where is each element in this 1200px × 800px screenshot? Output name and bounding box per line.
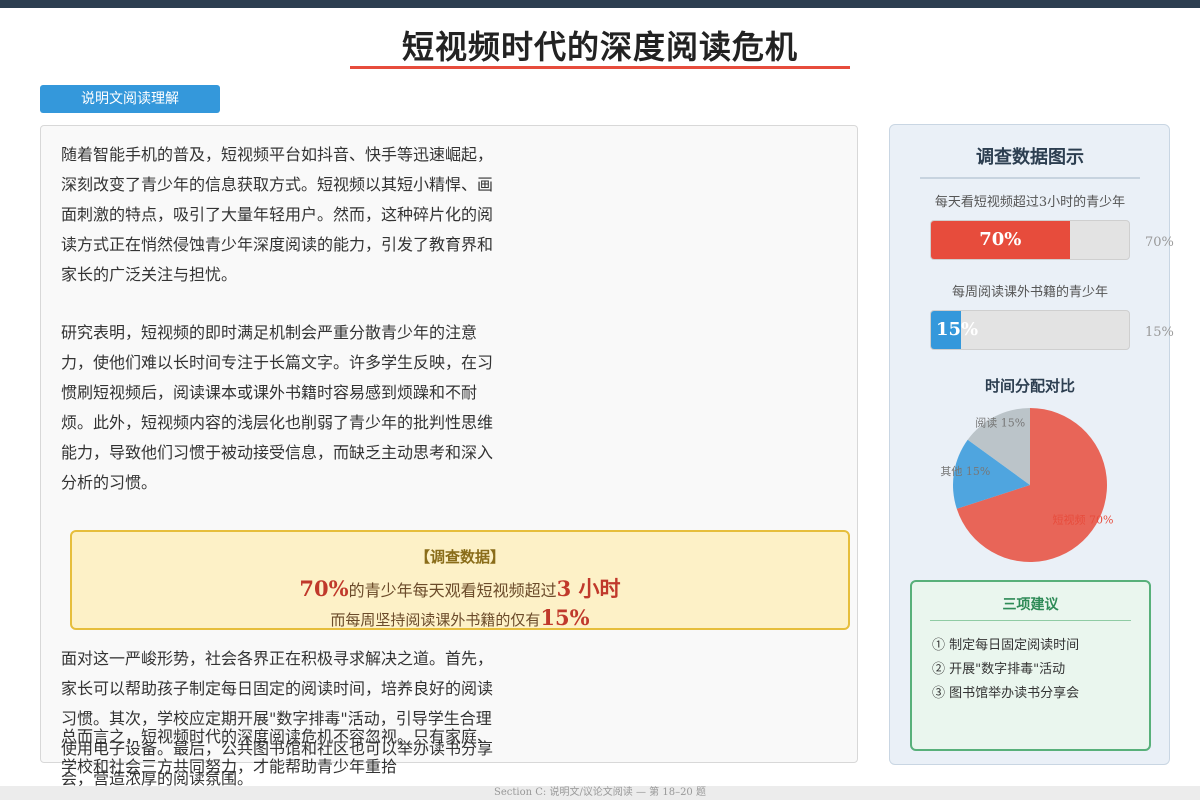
title-underline bbox=[350, 66, 850, 69]
article-paragraph-4: 总而言之，短视频时代的深度阅读危机不容忽视。只有家庭、学校和社会三方共同努力，才… bbox=[61, 727, 494, 776]
suggestion-item-1: ① 制定每日固定阅读时间 bbox=[932, 638, 1080, 653]
bar-2-fill: 15% bbox=[931, 311, 978, 349]
pie-label-3: 阅读 15% bbox=[975, 416, 1025, 430]
pie-label-1: 短视频 70% bbox=[1052, 512, 1113, 526]
section-tag: 说明文阅读理解 bbox=[40, 85, 220, 113]
bar-1-label: 每天看短视频超过3小时的青少年 bbox=[934, 195, 1126, 210]
suggestions-box: 三项建议 ① 制定每日固定阅读时间 ② 开展"数字排毒"活动 ③ 图书馆举办读书… bbox=[910, 580, 1151, 751]
bar-2-value: 15% bbox=[1145, 325, 1174, 340]
callout-stat-3h: 3 小时 bbox=[556, 576, 621, 601]
bar-1-track: 70% bbox=[930, 220, 1130, 260]
callout-heading: 【调查数据】 bbox=[414, 548, 505, 566]
suggestion-item-2: ② 开展"数字排毒"活动 bbox=[932, 662, 1066, 677]
sidebar-title: 调查数据图示 bbox=[920, 143, 1140, 179]
time-pie-chart: 短视频 70% 其他 15% 阅读 15% bbox=[940, 408, 1113, 562]
bar-2-label: 每周阅读课外书籍的青少年 bbox=[951, 285, 1108, 300]
survey-callout: 【调查数据】 70%的青少年每天观看短视频超过3 小时 而每周坚持阅读课外书籍的… bbox=[70, 530, 850, 630]
suggestion-item-3: ③ 图书馆举办读书分享会 bbox=[932, 686, 1080, 701]
callout-stat-15: 15% bbox=[540, 605, 590, 630]
callout-text-2: 而每周坚持阅读课外书籍的仅有 bbox=[330, 611, 541, 629]
bar-2-track: 15% bbox=[930, 310, 1130, 350]
callout-stat-70: 70% bbox=[299, 576, 349, 601]
article-panel: 随着智能手机的普及，短视频平台如抖音、快手等迅速崛起，深刻改变了青少年的信息获取… bbox=[40, 125, 858, 788]
callout-line-2: 而每周坚持阅读课外书籍的仅有15% bbox=[72, 605, 848, 630]
top-bar bbox=[0, 0, 1200, 8]
callout-line-1: 70%的青少年每天观看短视频超过3 小时 bbox=[72, 573, 848, 603]
article-paragraph-1: 随着智能手机的普及，短视频平台如抖音、快手等迅速崛起，深刻改变了青少年的信息获取… bbox=[61, 145, 494, 284]
pie-title: 时间分配对比 bbox=[984, 377, 1075, 395]
bar-1-fill: 70% bbox=[931, 221, 1070, 259]
data-sidebar: 调查数据图示 每天看短视频超过3小时的青少年 70% 70% 每周阅读课外书籍的… bbox=[889, 124, 1174, 765]
callout-text-1: 的青少年每天观看短视频超过 bbox=[348, 581, 557, 600]
article-paragraph-2: 研究表明，短视频的即时满足机制会严重分散青少年的注意力，使他们难以长时间专注于长… bbox=[61, 323, 494, 492]
page-title: 短视频时代的深度阅读危机 bbox=[401, 28, 798, 66]
bar-1-value: 70% bbox=[1145, 235, 1174, 250]
page-footer: Section C: 说明文/议论文阅读 — 第 18–20 题 bbox=[0, 786, 1200, 800]
pie-label-2: 其他 15% bbox=[940, 465, 990, 478]
suggestions-title: 三项建议 bbox=[930, 594, 1131, 621]
